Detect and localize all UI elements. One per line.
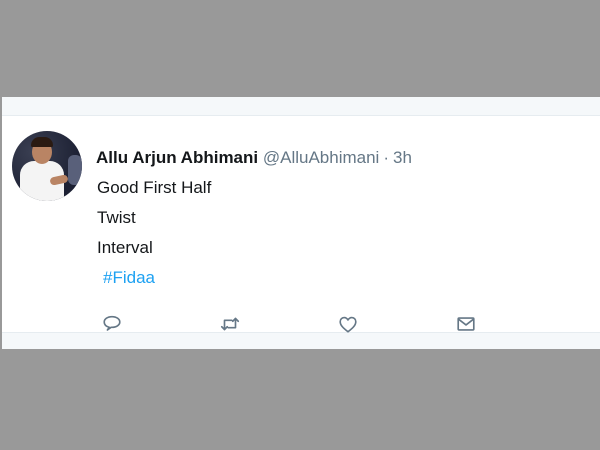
tweet-text-line: Interval [97,238,153,257]
separator-dot: · [383,148,390,167]
envelope-icon [457,317,475,331]
avatar[interactable] [12,131,82,201]
avatar-background-person [68,155,82,185]
reply-button[interactable] [99,312,125,336]
retweet-icon [220,317,240,331]
retweet-button[interactable] [217,312,243,336]
author-handle[interactable]: @AlluAbhimani [263,148,379,167]
like-button[interactable] [335,312,361,336]
tweet-header: Allu Arjun Abhimani @AlluAbhimani · 3h [96,147,412,169]
tweet[interactable]: Allu Arjun Abhimani @AlluAbhimani · 3h Goo… [2,115,600,333]
heart-icon [339,316,357,333]
tweet-timestamp[interactable]: 3h [393,148,412,167]
author-name[interactable]: Allu Arjun Abhimani [96,148,258,167]
avatar-hair [31,137,53,147]
direct-message-button[interactable] [453,312,479,336]
reply-icon [103,315,121,331]
tweet-card: Allu Arjun Abhimani @AlluAbhimani · 3h Goo… [2,97,600,349]
hashtag-link[interactable]: #Fidaa [103,267,155,289]
tweet-text-line: Good First Half [97,178,212,197]
tweet-text-line: Twist [97,208,136,227]
